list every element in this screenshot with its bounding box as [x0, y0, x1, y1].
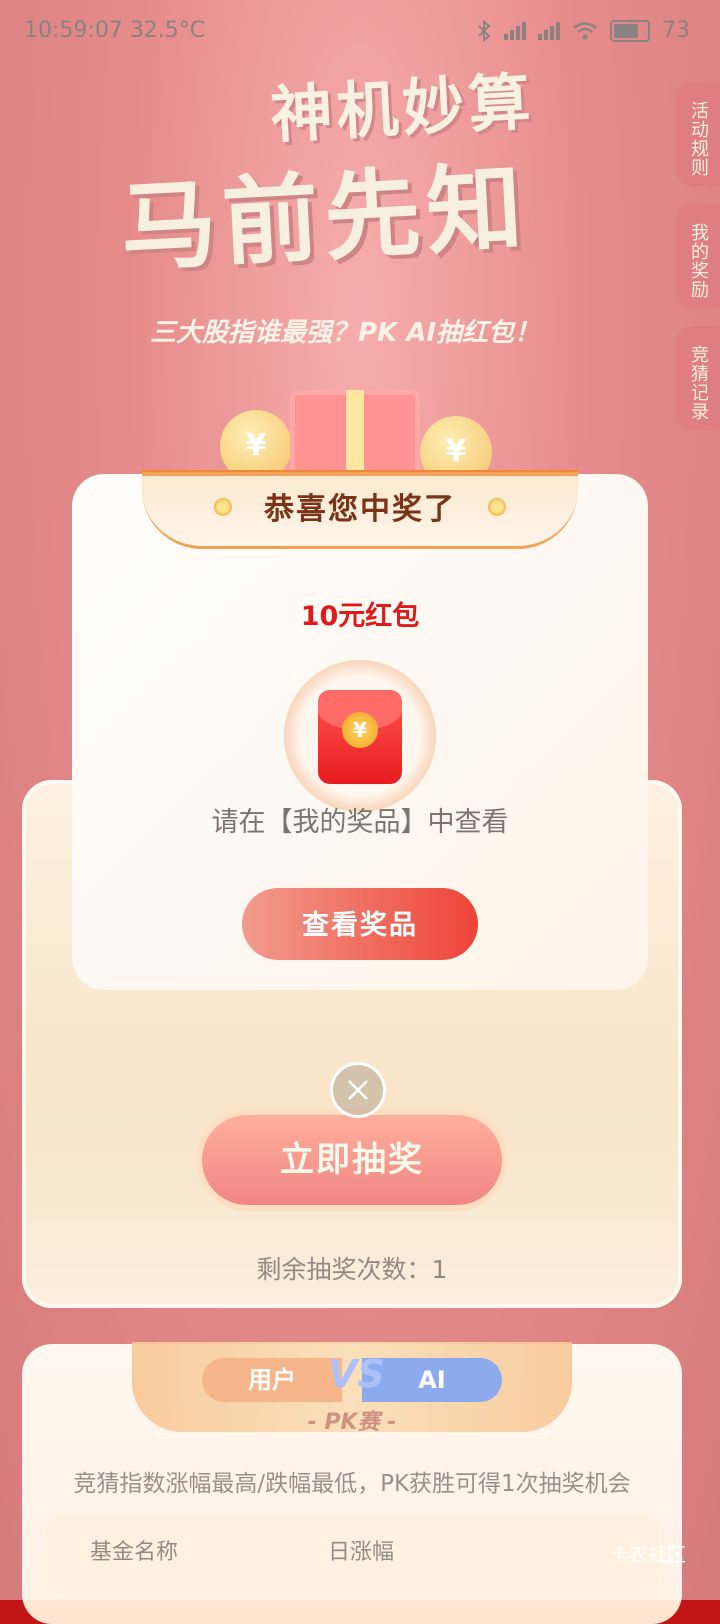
- prize-modal: 恭喜您中奖了 10元红包 ¥ 请在【我的奖品】中查看 查看奖品: [72, 472, 648, 990]
- ribbon-dot-icon: [488, 498, 506, 516]
- check-prize-hint: 请在【我的奖品】中查看: [211, 807, 509, 838]
- red-envelope-icon: ¥: [318, 690, 402, 784]
- page-background: 10:59:07 32.5°C 73 神机妙算 马前先知 三大股指谁最强？PK …: [0, 0, 720, 1624]
- prize-name: 10元红包: [300, 601, 420, 632]
- watermark: 卡农社区: [609, 1544, 686, 1566]
- view-prize-button[interactable]: 查看奖品: [242, 888, 478, 960]
- close-icon: [348, 1080, 368, 1100]
- modal-ribbon: 恭喜您中奖了: [142, 472, 578, 549]
- close-modal-button[interactable]: [330, 1062, 386, 1118]
- prize-icon-ring: ¥: [284, 660, 436, 812]
- modal-title: 恭喜您中奖了: [264, 492, 456, 527]
- yuan-coin-icon: ¥: [342, 712, 378, 748]
